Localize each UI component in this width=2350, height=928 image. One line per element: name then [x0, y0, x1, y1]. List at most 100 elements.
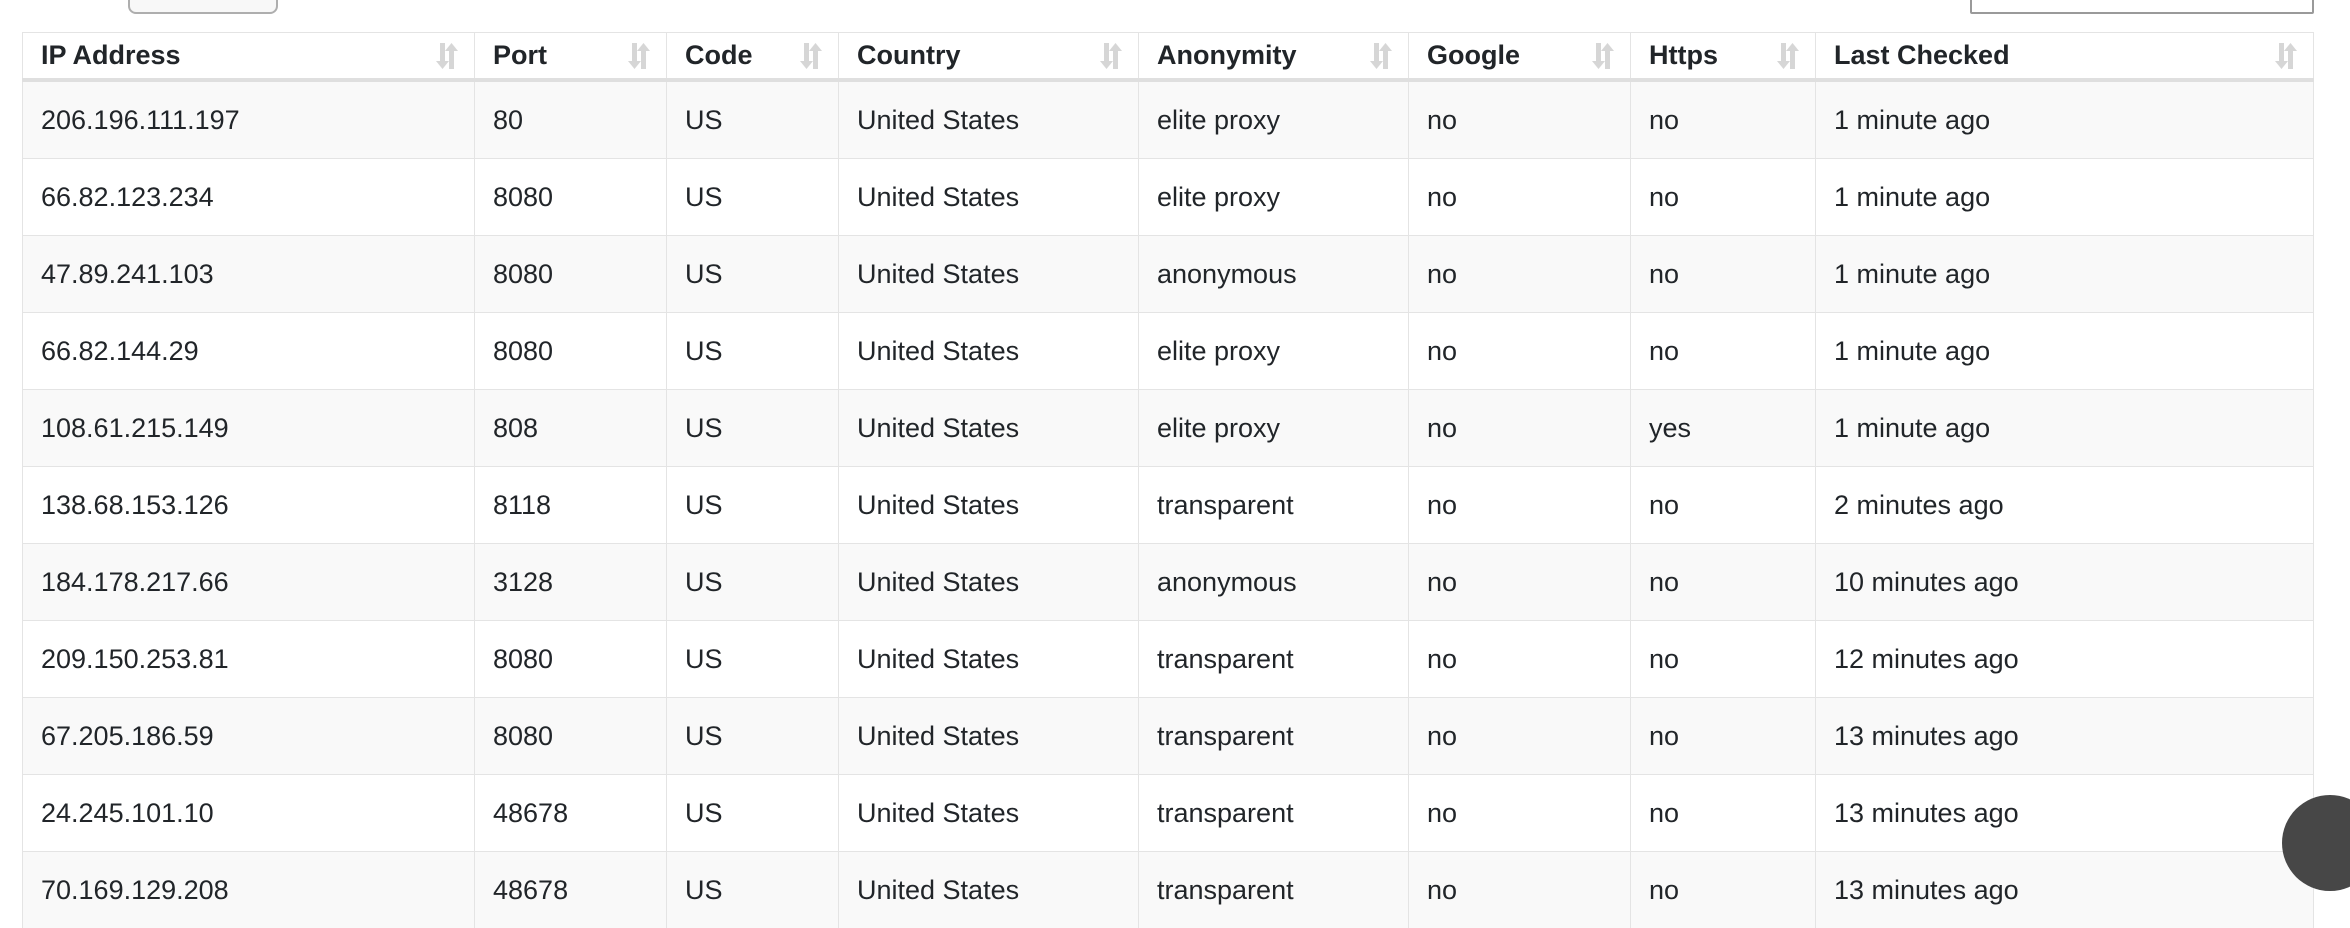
table-row: 66.82.123.234 8080 US United States elite pr…	[22, 158, 2314, 236]
cell-anonymity: anonymous	[1138, 235, 1409, 313]
table-row: 24.245.101.10 48678 US United States transpa…	[22, 774, 2314, 852]
table-row: 66.82.144.29 8080 US United States elite pro…	[22, 312, 2314, 390]
column-header-anonymity[interactable]: Anonymity	[1138, 32, 1409, 82]
table-header: IP Address Port Code Country Anonymity Google…	[22, 32, 2314, 82]
cell-last: 1 minute ago	[1815, 235, 2314, 313]
proxy-table-container: IP Address Port Code Country Anonymity Google…	[22, 32, 2314, 928]
column-header-label: Port	[493, 40, 547, 70]
cell-last: 13 minutes ago	[1815, 851, 2314, 928]
page-length-select[interactable]	[128, 0, 278, 14]
cell-ip: 70.169.129.208	[22, 851, 475, 928]
cell-ip: 66.82.123.234	[22, 158, 475, 236]
cell-port: 3128	[474, 543, 667, 621]
cell-last: 1 minute ago	[1815, 79, 2314, 159]
cell-country: United States	[838, 389, 1139, 467]
cell-code: US	[666, 235, 839, 313]
table-row: 47.89.241.103 8080 US United States anonymou…	[22, 235, 2314, 313]
cell-ip: 138.68.153.126	[22, 466, 475, 544]
cell-https: yes	[1630, 389, 1816, 467]
cell-google: no	[1408, 466, 1631, 544]
cell-country: United States	[838, 620, 1139, 698]
cell-country: United States	[838, 79, 1139, 159]
cell-port: 48678	[474, 851, 667, 928]
cell-google: no	[1408, 851, 1631, 928]
cell-code: US	[666, 620, 839, 698]
cell-code: US	[666, 774, 839, 852]
cell-port: 48678	[474, 774, 667, 852]
cell-country: United States	[838, 235, 1139, 313]
cell-https: no	[1630, 774, 1816, 852]
table-row: 138.68.153.126 8118 US United States transpa…	[22, 466, 2314, 544]
table-row: 206.196.111.197 80 US United States elite pr…	[22, 79, 2314, 159]
cell-ip: 206.196.111.197	[22, 79, 475, 159]
table-row: 209.150.253.81 8080 US United States transpa…	[22, 620, 2314, 698]
column-header-ip[interactable]: IP Address	[22, 32, 475, 82]
column-header-code[interactable]: Code	[666, 32, 839, 82]
cell-anonymity: elite proxy	[1138, 389, 1409, 467]
column-header-https[interactable]: Https	[1630, 32, 1816, 82]
sort-updown-icon[interactable]	[434, 41, 460, 71]
proxy-list-table: IP Address Port Code Country Anonymity Google…	[22, 32, 2314, 928]
cell-port: 8080	[474, 235, 667, 313]
cell-port: 80	[474, 79, 667, 159]
table-row: 184.178.217.66 3128 US United States anonymo…	[22, 543, 2314, 621]
cell-https: no	[1630, 79, 1816, 159]
column-header-label: IP Address	[41, 40, 181, 70]
cell-anonymity: elite proxy	[1138, 312, 1409, 390]
column-header-label: Https	[1649, 40, 1718, 70]
column-header-last[interactable]: Last Checked	[1815, 32, 2314, 82]
sort-updown-icon[interactable]	[1590, 41, 1616, 71]
cell-last: 1 minute ago	[1815, 158, 2314, 236]
cell-port: 8080	[474, 697, 667, 775]
cell-last: 1 minute ago	[1815, 389, 2314, 467]
column-header-google[interactable]: Google	[1408, 32, 1631, 82]
cell-anonymity: transparent	[1138, 466, 1409, 544]
cell-code: US	[666, 389, 839, 467]
table-row: 70.169.129.208 48678 US United States transp…	[22, 851, 2314, 928]
cell-code: US	[666, 312, 839, 390]
cell-https: no	[1630, 851, 1816, 928]
cell-ip: 66.82.144.29	[22, 312, 475, 390]
column-header-label: Code	[685, 40, 753, 70]
cell-ip: 108.61.215.149	[22, 389, 475, 467]
table-row: 108.61.215.149 808 US United States elite pr…	[22, 389, 2314, 467]
search-input[interactable]	[1970, 0, 2314, 14]
cell-https: no	[1630, 158, 1816, 236]
cell-country: United States	[838, 697, 1139, 775]
cell-country: United States	[838, 312, 1139, 390]
sort-updown-icon[interactable]	[626, 41, 652, 71]
column-header-port[interactable]: Port	[474, 32, 667, 82]
cell-ip: 209.150.253.81	[22, 620, 475, 698]
column-header-country[interactable]: Country	[838, 32, 1139, 82]
sort-updown-icon[interactable]	[2273, 41, 2299, 71]
cell-anonymity: anonymous	[1138, 543, 1409, 621]
cell-ip: 67.205.186.59	[22, 697, 475, 775]
cell-port: 8080	[474, 620, 667, 698]
cell-last: 1 minute ago	[1815, 312, 2314, 390]
column-header-label: Country	[857, 40, 961, 70]
cell-google: no	[1408, 620, 1631, 698]
cell-country: United States	[838, 774, 1139, 852]
cell-anonymity: transparent	[1138, 697, 1409, 775]
cell-google: no	[1408, 79, 1631, 159]
cell-anonymity: elite proxy	[1138, 158, 1409, 236]
cell-https: no	[1630, 312, 1816, 390]
sort-updown-icon[interactable]	[1775, 41, 1801, 71]
cell-port: 8118	[474, 466, 667, 544]
cell-port: 8080	[474, 158, 667, 236]
sort-updown-icon[interactable]	[1098, 41, 1124, 71]
cell-code: US	[666, 851, 839, 928]
sort-updown-icon[interactable]	[1368, 41, 1394, 71]
cell-ip: 47.89.241.103	[22, 235, 475, 313]
cell-country: United States	[838, 543, 1139, 621]
cell-code: US	[666, 79, 839, 159]
cell-google: no	[1408, 312, 1631, 390]
cell-anonymity: transparent	[1138, 774, 1409, 852]
cell-country: United States	[838, 158, 1139, 236]
cell-https: no	[1630, 235, 1816, 313]
cell-code: US	[666, 158, 839, 236]
sort-updown-icon[interactable]	[798, 41, 824, 71]
cell-google: no	[1408, 543, 1631, 621]
column-header-label: Anonymity	[1157, 40, 1297, 70]
cell-country: United States	[838, 466, 1139, 544]
